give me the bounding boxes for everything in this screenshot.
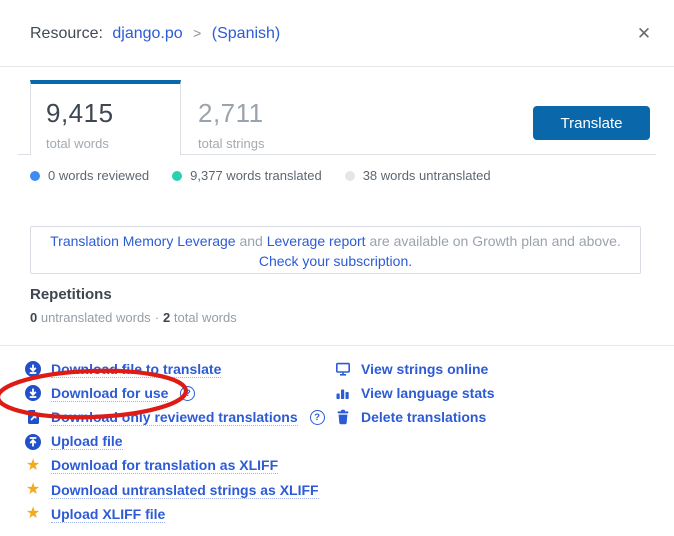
action-label: Download only reviewed translations: [51, 409, 298, 426]
star-icon: ★: [25, 458, 41, 474]
notice-rest: are available on Growth plan and above.: [366, 233, 621, 249]
resource-label: Resource:: [30, 25, 103, 42]
action-label: Download for use: [51, 385, 168, 402]
legend-translated-label: 9,377 words translated: [190, 168, 322, 183]
chevron-right-icon: >: [193, 25, 201, 41]
action-label: Upload XLIFF file: [51, 506, 165, 523]
header-divider: [0, 66, 674, 67]
star-icon: ★: [25, 482, 41, 498]
action-label: View strings online: [361, 361, 488, 377]
legend-reviewed: 0 words reviewed: [30, 168, 149, 183]
stats-legend: 0 words reviewed 9,377 words translated …: [30, 168, 491, 183]
tab-total-words[interactable]: 9,415 total words: [30, 80, 181, 155]
upload-circle-icon: [25, 434, 41, 450]
action-label: View language stats: [361, 385, 495, 401]
tab-total-strings[interactable]: 2,711 total strings: [182, 80, 342, 155]
plan-notice-box: Translation Memory Leverage and Leverage…: [30, 226, 641, 274]
legend-reviewed-label: 0 words reviewed: [48, 168, 149, 183]
file-actions-column: Download file to translate Download for …: [25, 357, 325, 526]
file-export-icon: [25, 409, 41, 425]
download-circle-icon: [25, 385, 41, 401]
translated-dot-icon: [172, 171, 182, 181]
legend-translated: 9,377 words translated: [172, 168, 322, 183]
download-untranslated-xliff-link[interactable]: ★ Download untranslated strings as XLIFF: [25, 478, 325, 502]
download-circle-icon: [25, 361, 41, 377]
legend-untranslated: 38 words untranslated: [345, 168, 491, 183]
trash-icon: [335, 409, 351, 425]
total-strings-value: 2,711: [198, 98, 342, 129]
repetitions-stats: 0 untranslated words·2 total words: [30, 310, 237, 325]
action-label: Upload file: [51, 433, 123, 450]
upload-file-link[interactable]: Upload file: [25, 430, 325, 454]
view-language-stats-link[interactable]: View language stats: [335, 381, 495, 405]
upload-xliff-link[interactable]: ★ Upload XLIFF file: [25, 502, 325, 526]
view-actions-column: View strings online View language stats …: [335, 357, 495, 430]
action-label: Download file to translate: [51, 361, 221, 378]
download-for-use-link[interactable]: Download for use ?: [25, 381, 325, 405]
bar-chart-icon: [335, 385, 351, 401]
help-icon[interactable]: ?: [310, 410, 325, 425]
translate-button[interactable]: Translate: [533, 106, 650, 140]
repetitions-separator: ·: [155, 310, 159, 325]
download-file-to-translate-link[interactable]: Download file to translate: [25, 357, 325, 381]
close-icon[interactable]: ✕: [630, 20, 658, 48]
section-divider: [0, 345, 674, 346]
leverage-report-link[interactable]: Leverage report: [267, 233, 366, 249]
reviewed-dot-icon: [30, 171, 40, 181]
notice-and: and: [236, 233, 267, 249]
legend-untranslated-label: 38 words untranslated: [363, 168, 491, 183]
download-translation-xliff-link[interactable]: ★ Download for translation as XLIFF: [25, 454, 325, 478]
resource-modal: Resource: django.po > (Spanish) ✕ 9,415 …: [0, 0, 674, 536]
tm-leverage-link[interactable]: Translation Memory Leverage: [50, 233, 235, 249]
view-strings-online-link[interactable]: View strings online: [335, 357, 495, 381]
delete-translations-link[interactable]: Delete translations: [335, 405, 495, 429]
star-icon: ★: [25, 506, 41, 522]
monitor-icon: [335, 361, 351, 377]
resource-name-link[interactable]: django.po: [112, 25, 182, 42]
modal-title: Resource: django.po > (Spanish): [30, 25, 280, 43]
repetitions-title: Repetitions: [30, 286, 112, 303]
action-label: Delete translations: [361, 409, 486, 425]
total-words-label: total words: [46, 136, 180, 151]
download-only-reviewed-link[interactable]: Download only reviewed translations ?: [25, 405, 325, 429]
total-strings-label: total strings: [198, 136, 342, 151]
repetitions-total-label: total words: [170, 310, 236, 325]
repetitions-untranslated-label: untranslated words: [37, 310, 150, 325]
help-icon[interactable]: ?: [180, 386, 195, 401]
check-subscription-link[interactable]: Check your subscription.: [259, 253, 412, 269]
total-words-value: 9,415: [46, 98, 180, 129]
action-label: Download for translation as XLIFF: [51, 457, 278, 474]
language-link[interactable]: (Spanish): [212, 25, 280, 42]
untranslated-dot-icon: [345, 171, 355, 181]
action-label: Download untranslated strings as XLIFF: [51, 482, 319, 499]
